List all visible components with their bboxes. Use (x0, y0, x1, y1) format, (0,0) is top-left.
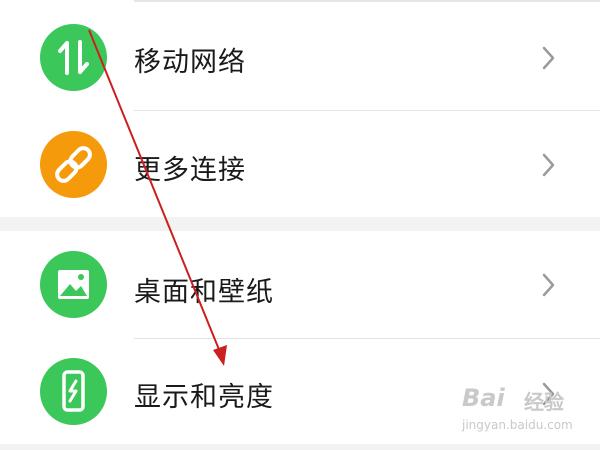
watermark-brand-cn: 经验 (524, 390, 564, 414)
image-icon (40, 251, 107, 318)
settings-item-desktop-wallpaper[interactable]: 桌面和壁纸 (0, 231, 600, 338)
chevron-right-icon (542, 46, 555, 70)
settings-item-more-connections[interactable]: 更多连接 (0, 111, 600, 217)
watermark-brand: Bai (462, 384, 505, 412)
chevron-right-icon (542, 153, 555, 177)
watermark-url: jingyan.baidu.com (462, 418, 573, 432)
phone-brightness-icon (40, 358, 107, 425)
settings-item-label: 移动网络 (134, 47, 246, 78)
baidu-jingyan-watermark: Bai 经验 jingyan.baidu.com (462, 384, 573, 440)
settings-item-mobile-network[interactable]: 移动网络 (0, 0, 600, 110)
chevron-right-icon (542, 273, 555, 297)
arrows-updown-icon (40, 24, 107, 91)
link-icon (40, 131, 107, 198)
settings-item-label: 桌面和壁纸 (134, 277, 274, 308)
settings-item-label: 显示和亮度 (134, 382, 274, 413)
settings-group-connections: 移动网络 更多连接 (0, 0, 600, 217)
settings-item-label: 更多连接 (134, 155, 246, 186)
